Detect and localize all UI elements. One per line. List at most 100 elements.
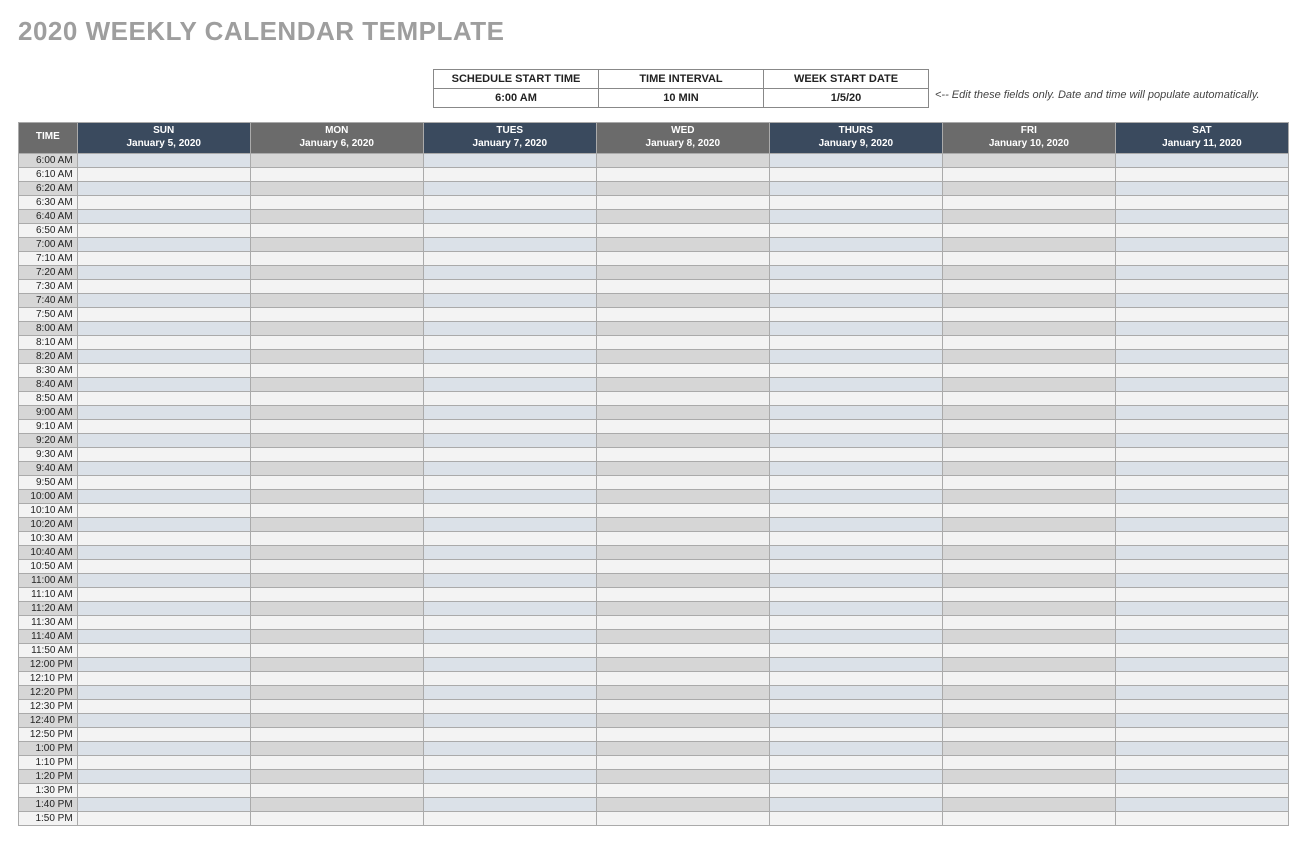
schedule-cell[interactable] bbox=[423, 504, 596, 518]
schedule-cell[interactable] bbox=[596, 700, 769, 714]
schedule-cell[interactable] bbox=[77, 616, 250, 630]
schedule-cell[interactable] bbox=[596, 560, 769, 574]
schedule-cell[interactable] bbox=[77, 462, 250, 476]
schedule-cell[interactable] bbox=[1115, 392, 1288, 406]
schedule-cell[interactable] bbox=[769, 392, 942, 406]
schedule-cell[interactable] bbox=[77, 434, 250, 448]
schedule-cell[interactable] bbox=[942, 658, 1115, 672]
schedule-cell[interactable] bbox=[769, 770, 942, 784]
schedule-cell[interactable] bbox=[423, 560, 596, 574]
schedule-cell[interactable] bbox=[596, 252, 769, 266]
schedule-cell[interactable] bbox=[769, 280, 942, 294]
schedule-cell[interactable] bbox=[769, 728, 942, 742]
schedule-cell[interactable] bbox=[769, 168, 942, 182]
schedule-cell[interactable] bbox=[423, 364, 596, 378]
schedule-cell[interactable] bbox=[250, 420, 423, 434]
schedule-cell[interactable] bbox=[596, 588, 769, 602]
schedule-cell[interactable] bbox=[942, 294, 1115, 308]
schedule-cell[interactable] bbox=[1115, 364, 1288, 378]
schedule-cell[interactable] bbox=[423, 322, 596, 336]
schedule-cell[interactable] bbox=[1115, 742, 1288, 756]
schedule-cell[interactable] bbox=[77, 812, 250, 826]
schedule-cell[interactable] bbox=[423, 266, 596, 280]
schedule-cell[interactable] bbox=[596, 672, 769, 686]
schedule-cell[interactable] bbox=[1115, 378, 1288, 392]
schedule-cell[interactable] bbox=[77, 378, 250, 392]
schedule-cell[interactable] bbox=[942, 308, 1115, 322]
schedule-cell[interactable] bbox=[250, 154, 423, 168]
schedule-cell[interactable] bbox=[77, 280, 250, 294]
schedule-cell[interactable] bbox=[77, 196, 250, 210]
schedule-cell[interactable] bbox=[942, 798, 1115, 812]
schedule-cell[interactable] bbox=[423, 154, 596, 168]
schedule-cell[interactable] bbox=[596, 210, 769, 224]
schedule-cell[interactable] bbox=[423, 196, 596, 210]
schedule-cell[interactable] bbox=[942, 392, 1115, 406]
schedule-cell[interactable] bbox=[1115, 784, 1288, 798]
schedule-cell[interactable] bbox=[423, 728, 596, 742]
schedule-cell[interactable] bbox=[596, 532, 769, 546]
schedule-cell[interactable] bbox=[77, 182, 250, 196]
schedule-cell[interactable] bbox=[1115, 574, 1288, 588]
schedule-cell[interactable] bbox=[596, 616, 769, 630]
schedule-cell[interactable] bbox=[596, 630, 769, 644]
schedule-cell[interactable] bbox=[942, 770, 1115, 784]
schedule-cell[interactable] bbox=[769, 378, 942, 392]
schedule-cell[interactable] bbox=[769, 532, 942, 546]
schedule-cell[interactable] bbox=[596, 224, 769, 238]
schedule-cell[interactable] bbox=[1115, 770, 1288, 784]
schedule-cell[interactable] bbox=[769, 812, 942, 826]
schedule-cell[interactable] bbox=[423, 490, 596, 504]
schedule-cell[interactable] bbox=[769, 588, 942, 602]
schedule-cell[interactable] bbox=[77, 252, 250, 266]
schedule-cell[interactable] bbox=[942, 154, 1115, 168]
schedule-cell[interactable] bbox=[769, 798, 942, 812]
schedule-cell[interactable] bbox=[423, 336, 596, 350]
schedule-cell[interactable] bbox=[423, 406, 596, 420]
schedule-cell[interactable] bbox=[423, 616, 596, 630]
schedule-cell[interactable] bbox=[1115, 350, 1288, 364]
schedule-cell[interactable] bbox=[77, 476, 250, 490]
schedule-cell[interactable] bbox=[942, 574, 1115, 588]
schedule-cell[interactable] bbox=[769, 756, 942, 770]
schedule-cell[interactable] bbox=[1115, 420, 1288, 434]
schedule-cell[interactable] bbox=[250, 644, 423, 658]
schedule-cell[interactable] bbox=[596, 350, 769, 364]
schedule-cell[interactable] bbox=[250, 364, 423, 378]
schedule-cell[interactable] bbox=[1115, 448, 1288, 462]
schedule-cell[interactable] bbox=[769, 266, 942, 280]
schedule-cell[interactable] bbox=[942, 476, 1115, 490]
schedule-cell[interactable] bbox=[769, 518, 942, 532]
schedule-cell[interactable] bbox=[1115, 714, 1288, 728]
schedule-cell[interactable] bbox=[1115, 532, 1288, 546]
schedule-cell[interactable] bbox=[942, 616, 1115, 630]
schedule-cell[interactable] bbox=[77, 322, 250, 336]
schedule-cell[interactable] bbox=[769, 714, 942, 728]
schedule-cell[interactable] bbox=[942, 532, 1115, 546]
schedule-cell[interactable] bbox=[942, 336, 1115, 350]
schedule-cell[interactable] bbox=[423, 392, 596, 406]
schedule-cell[interactable] bbox=[423, 476, 596, 490]
schedule-cell[interactable] bbox=[250, 532, 423, 546]
schedule-cell[interactable] bbox=[77, 700, 250, 714]
schedule-cell[interactable] bbox=[250, 392, 423, 406]
schedule-cell[interactable] bbox=[423, 784, 596, 798]
schedule-cell[interactable] bbox=[77, 504, 250, 518]
schedule-cell[interactable] bbox=[77, 350, 250, 364]
schedule-cell[interactable] bbox=[769, 154, 942, 168]
schedule-cell[interactable] bbox=[250, 434, 423, 448]
schedule-cell[interactable] bbox=[250, 672, 423, 686]
schedule-cell[interactable] bbox=[596, 420, 769, 434]
schedule-cell[interactable] bbox=[77, 630, 250, 644]
schedule-cell[interactable] bbox=[769, 644, 942, 658]
schedule-cell[interactable] bbox=[942, 168, 1115, 182]
schedule-cell[interactable] bbox=[250, 490, 423, 504]
schedule-cell[interactable] bbox=[769, 742, 942, 756]
schedule-cell[interactable] bbox=[77, 798, 250, 812]
schedule-cell[interactable] bbox=[1115, 490, 1288, 504]
schedule-cell[interactable] bbox=[769, 546, 942, 560]
schedule-cell[interactable] bbox=[942, 602, 1115, 616]
schedule-cell[interactable] bbox=[1115, 700, 1288, 714]
schedule-cell[interactable] bbox=[250, 700, 423, 714]
schedule-cell[interactable] bbox=[77, 490, 250, 504]
